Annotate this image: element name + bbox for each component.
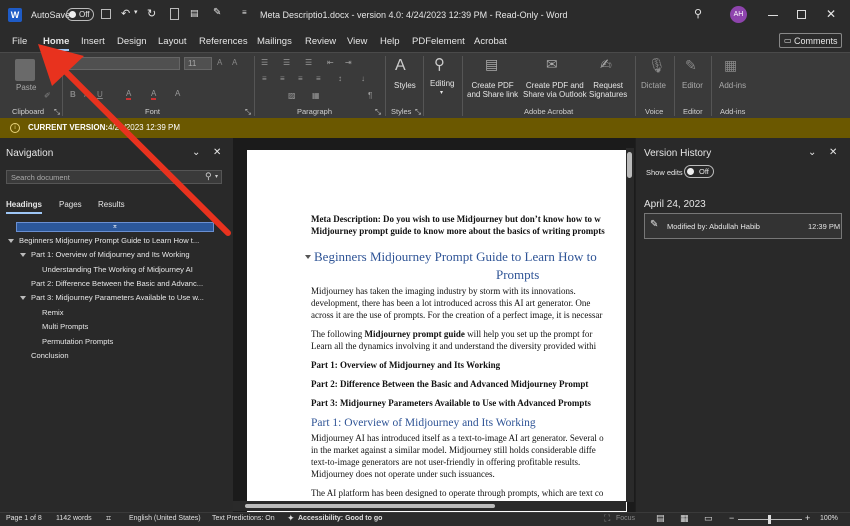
annotation-arrow — [38, 44, 231, 236]
